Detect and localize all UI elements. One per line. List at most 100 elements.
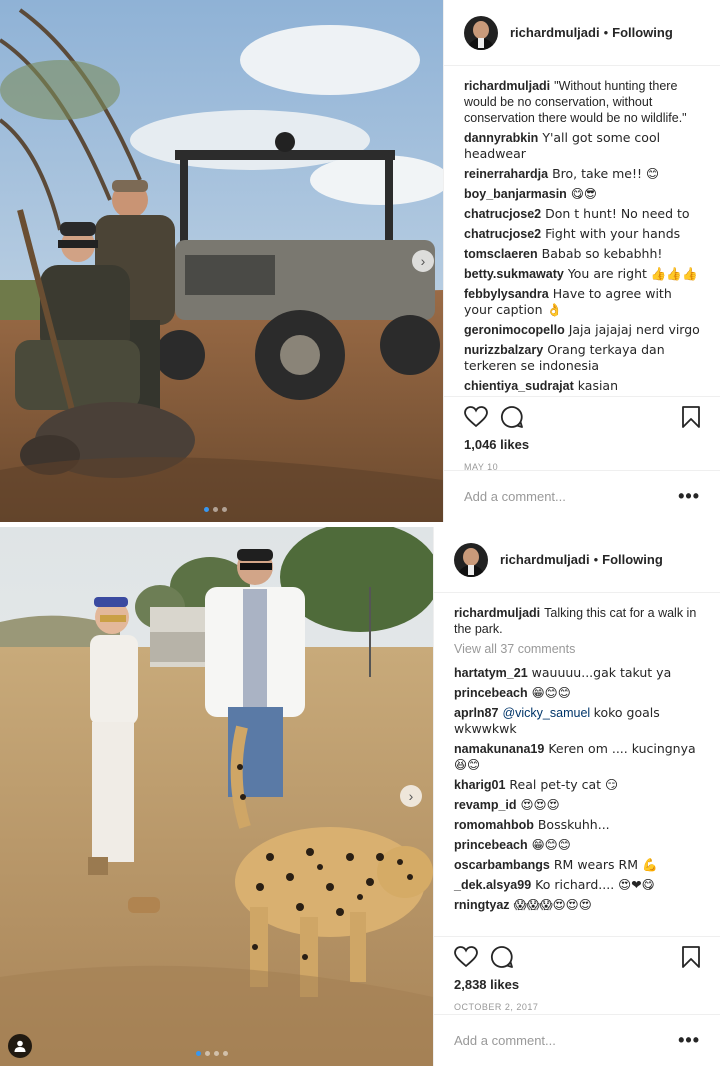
cheetah-walk-photo (0, 527, 433, 1066)
comment-username[interactable]: tomsclaeren (464, 247, 538, 261)
caption: richardmuljadi "Without hunting there wou… (464, 78, 700, 126)
comment-username[interactable]: aprln87 (454, 706, 498, 720)
separator-dot: • (603, 25, 609, 40)
add-comment-bar: Add a comment... ••• (444, 470, 720, 522)
comment-username[interactable]: chatrucjose2 (464, 227, 541, 241)
follow-status-button[interactable]: Following (602, 552, 663, 567)
bookmark-icon[interactable] (682, 406, 700, 428)
more-options-button[interactable]: ••• (678, 1030, 700, 1051)
comment-text: 😱😱😱😍😍😍 (513, 897, 592, 912)
comment-mention-link[interactable]: @vicky_samuel (502, 706, 590, 720)
carousel-dot (204, 507, 209, 512)
follow-status-button[interactable]: Following (612, 25, 673, 40)
tagged-users-button[interactable] (8, 1034, 32, 1058)
post-2-sidebar: richardmuljadi • Following richardmuljad… (433, 527, 720, 1066)
carousel-dot (213, 507, 218, 512)
comment-text: Bro, take me!! 😊 (552, 166, 660, 181)
comment-username[interactable]: geronimocopello (464, 323, 565, 337)
comment-text: Babab so kebabhh! (541, 246, 663, 261)
likes-count[interactable]: 2,838 likes (454, 977, 700, 992)
comment-text: Bosskuhh... (537, 817, 610, 832)
carousel-dots (196, 1051, 228, 1056)
comment-text: RM wears RM 💪 (553, 857, 658, 872)
separator-dot: • (593, 552, 599, 567)
comment-username[interactable]: hartatym_21 (454, 666, 528, 680)
avatar[interactable] (464, 15, 498, 50)
comment-username[interactable]: chientiya_sudrajat (464, 379, 574, 393)
comment-text: 😋😎 (570, 186, 597, 201)
next-image-button[interactable]: › (400, 785, 422, 807)
username[interactable]: richardmuljadi (510, 25, 600, 40)
comment-text: 😁😊😊 (531, 685, 571, 700)
comment: chatrucjose2 Don t hunt! No need to (464, 206, 700, 222)
comment-username[interactable]: princebeach (454, 686, 528, 700)
caption-username[interactable]: richardmuljadi (454, 606, 540, 620)
comment-icon[interactable] (490, 945, 514, 969)
comment-text: Ko richard.... 😍❤😋 (535, 877, 655, 892)
comment: boy_banjarmasin 😋😎 (464, 186, 700, 202)
hunting-photo (0, 0, 443, 522)
next-image-button[interactable]: › (412, 250, 434, 272)
add-comment-input[interactable]: Add a comment... (464, 489, 678, 504)
comment-username[interactable]: febbylysandra (464, 287, 549, 301)
comment-text: kasian (577, 378, 619, 393)
heart-icon[interactable] (464, 406, 488, 428)
comment-username[interactable]: _dek.alsya99 (454, 878, 531, 892)
comment-text: Fight with your hands (545, 226, 681, 241)
add-comment-input[interactable]: Add a comment... (454, 1033, 678, 1048)
comment-text: 😍😍😍 (520, 797, 560, 812)
comment-icon[interactable] (500, 405, 524, 429)
post-2-photo[interactable]: › (0, 527, 433, 1066)
username[interactable]: richardmuljadi (500, 552, 590, 567)
comment-username[interactable]: reinerrahardja (464, 167, 548, 181)
comment: princebeach 😁😊😊 (454, 837, 700, 853)
comment-username[interactable]: namakunana19 (454, 742, 544, 756)
carousel-dot (205, 1051, 210, 1056)
comment: febbylysandra Have to agree with your cap… (464, 286, 700, 318)
comment-username[interactable]: oscarbambangs (454, 858, 550, 872)
comments-list: richardmuljadi "Without hunting there wou… (444, 66, 720, 396)
comment-username[interactable]: kharig01 (454, 778, 505, 792)
comment: geronimocopello Jaja jajajaj nerd virgo (464, 322, 700, 338)
comment: betty.sukmawaty You are right 👍👍👍 (464, 266, 700, 282)
view-all-comments-link[interactable]: View all 37 comments (454, 641, 700, 657)
bookmark-icon[interactable] (682, 946, 700, 968)
comment-username[interactable]: romomahbob (454, 818, 534, 832)
comment: romomahbob Bosskuhh... (454, 817, 700, 833)
likes-count[interactable]: 1,046 likes (464, 437, 700, 452)
comment-username[interactable]: princebeach (454, 838, 528, 852)
post-1: › richardmuljadi • Following richardmulj… (0, 0, 720, 522)
caption: richardmuljadi Talking this cat for a wal… (454, 605, 700, 637)
caption-username[interactable]: richardmuljadi (464, 79, 550, 93)
comment-username[interactable]: chatrucjose2 (464, 207, 541, 221)
post-1-photo[interactable]: › (0, 0, 443, 522)
add-comment-bar: Add a comment... ••• (434, 1014, 720, 1066)
comment: _dek.alsya99 Ko richard.... 😍❤😋 (454, 877, 700, 893)
avatar[interactable] (454, 542, 488, 577)
post-header: richardmuljadi • Following (444, 0, 720, 66)
comment: princebeach 😁😊😊 (454, 685, 700, 701)
comment-username[interactable]: boy_banjarmasin (464, 187, 567, 201)
comment-username[interactable]: rningtyaz (454, 898, 510, 912)
comment: kharig01 Real pet-ty cat 😏 (454, 777, 700, 793)
post-header: richardmuljadi • Following (434, 527, 720, 593)
more-options-button[interactable]: ••• (678, 486, 700, 507)
comment: revamp_id 😍😍😍 (454, 797, 700, 813)
comment: hartatym_21 wauuuu...gak takut ya (454, 665, 700, 681)
comment-username[interactable]: dannyrabkin (464, 131, 538, 145)
comment: chatrucjose2 Fight with your hands (464, 226, 700, 242)
comment-username[interactable]: betty.sukmawaty (464, 267, 564, 281)
comment: dannyrabkin Y'all got some cool headwear (464, 130, 700, 162)
post-1-sidebar: richardmuljadi • Following richardmuljad… (443, 0, 720, 522)
carousel-dot (223, 1051, 228, 1056)
comment: oscarbambangs RM wears RM 💪 (454, 857, 700, 873)
comment: tomsclaeren Babab so kebabhh! (464, 246, 700, 262)
comment-text: Don t hunt! No need to (545, 206, 690, 221)
heart-icon[interactable] (454, 946, 478, 968)
comment: reinerrahardja Bro, take me!! 😊 (464, 166, 700, 182)
comment-username[interactable]: revamp_id (454, 798, 517, 812)
comment-username[interactable]: nurizzbalzary (464, 343, 543, 357)
post-2: › richardmuljadi • Following richardmulj… (0, 527, 720, 1066)
comment: nurizzbalzary Orang terkaya dan terkeren … (464, 342, 700, 374)
comment: aprln87 @vicky_samuel koko goals wkwwkwk (454, 705, 700, 737)
